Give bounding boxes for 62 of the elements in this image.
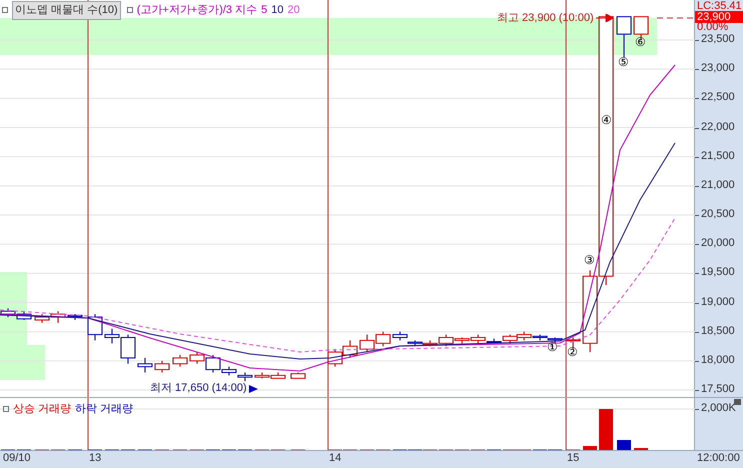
candlestick — [376, 331, 390, 347]
axis-tick-label: 17,500 — [701, 384, 735, 396]
indicator-label[interactable]: 이노뎁 매물대 수(10) — [12, 1, 121, 20]
period-label: 5 — [261, 3, 268, 18]
legend-square-icon — [3, 406, 9, 412]
circled-number-marker: ③ — [584, 254, 595, 266]
candlestick — [616, 16, 632, 58]
lc-label: LC:35.41 — [697, 1, 742, 12]
date-label: 13 — [89, 453, 102, 464]
candlestick — [138, 357, 152, 373]
axis-tick-label: 21,000 — [701, 180, 735, 191]
change-label: 0.00% — [697, 22, 728, 33]
axis-tick-label: 22,000 — [701, 122, 735, 132]
axis-tick-label: 23,000 — [701, 63, 735, 74]
legend-square-icon — [126, 7, 133, 14]
axis-tick-label: 20,500 — [701, 209, 735, 220]
candlestick — [172, 354, 188, 368]
axis-tick-label: 18,000 — [701, 354, 735, 366]
candlestick — [190, 352, 204, 364]
circled-number-marker: ⑤ — [618, 56, 629, 68]
axis-tick-label: 19,500 — [701, 267, 735, 278]
axis-tick-label: 19,000 — [701, 296, 735, 308]
candlestick — [238, 372, 252, 382]
arrow-right-icon — [248, 384, 259, 392]
candlestick — [342, 340, 358, 358]
panel-toggle-icon[interactable] — [734, 399, 741, 405]
circled-number-marker: ② — [567, 346, 578, 358]
circled-number-marker: ⑥ — [635, 36, 646, 48]
formula-label: (고가+저가+종가)/3 지수 — [136, 3, 258, 18]
circled-number-marker: ① — [547, 341, 558, 353]
arrow-right-icon — [596, 14, 614, 22]
candlestick — [516, 331, 532, 341]
date-label: 15 — [567, 453, 580, 464]
time-label: 12:00:00 — [697, 453, 740, 464]
circled-number-marker: ④ — [601, 114, 612, 126]
candlestick — [34, 314, 50, 324]
candlestick — [392, 331, 408, 341]
candlestick — [68, 314, 82, 320]
low-price-note: 최저 17,650 (14:00) — [150, 382, 247, 395]
legend-square-icon — [2, 7, 8, 14]
axis-tick-label: 20,000 — [701, 238, 735, 250]
axis-tick-label: 18,500 — [701, 326, 735, 337]
candlestick — [16, 310, 32, 320]
volume-bar — [617, 440, 631, 451]
axis-tick-label: 2,000K — [701, 403, 736, 414]
axis-tick-label: 22,500 — [701, 92, 735, 104]
axis-tick-label: 23,500 — [701, 34, 735, 45]
candlestick — [154, 360, 170, 373]
axis-tick-label: 21,500 — [701, 150, 735, 162]
volume-bar — [599, 409, 613, 451]
period-label: 20 — [287, 3, 300, 18]
date-label: 14 — [329, 453, 342, 464]
current-price-badge: 23,900 — [695, 11, 743, 23]
candlestick — [328, 348, 342, 368]
candlestick — [50, 310, 66, 324]
candlestick — [360, 334, 374, 353]
volume-legend-label: 상승 거래량 — [13, 402, 72, 417]
candlestick — [290, 372, 306, 379]
period-label: 10 — [271, 3, 284, 18]
date-label: 09/10 — [3, 453, 31, 464]
candlestick — [0, 308, 16, 318]
candlestick — [88, 314, 102, 341]
